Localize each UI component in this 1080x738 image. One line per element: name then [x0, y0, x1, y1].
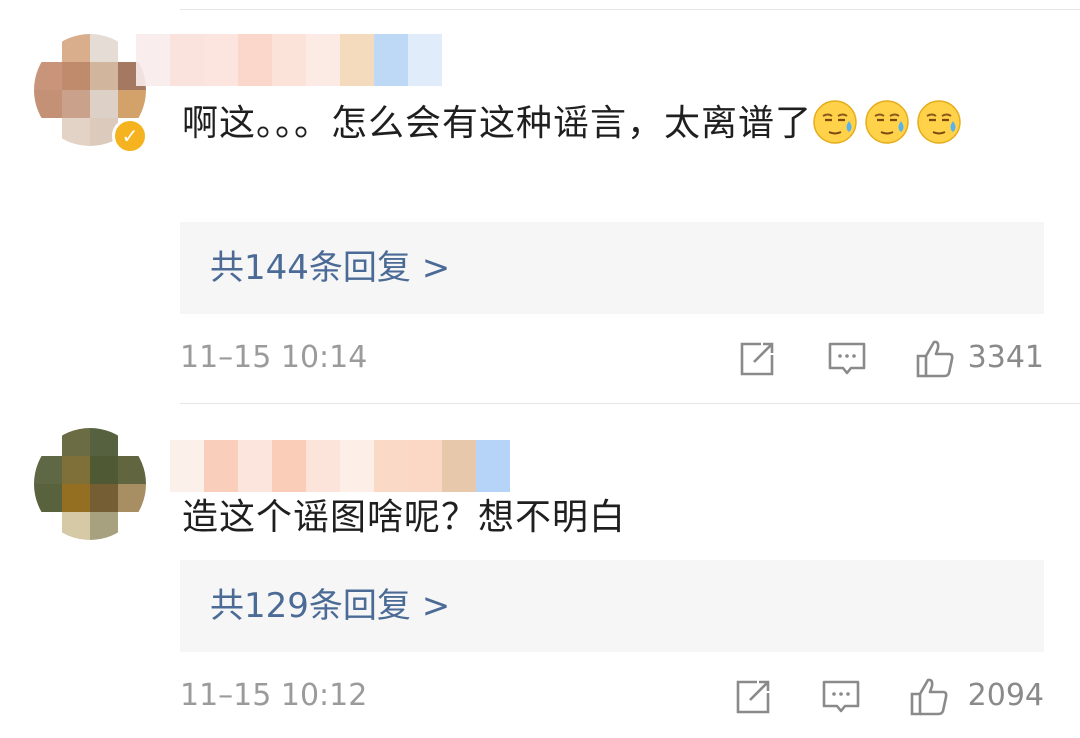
view-replies-link[interactable]: 共144条回复 > — [210, 222, 450, 314]
like-count: 3341 — [967, 340, 1044, 375]
share-icon[interactable] — [736, 338, 778, 380]
username-blurred[interactable] — [136, 34, 442, 86]
comment-icon[interactable] — [820, 676, 862, 718]
comment-meta: 11–15 10:14 3341 — [180, 330, 1044, 390]
like-icon[interactable] — [914, 338, 956, 380]
avatar[interactable] — [34, 428, 146, 540]
like-count: 2094 — [967, 678, 1044, 713]
reply-summary[interactable]: 共144条回复 > — [180, 222, 1044, 314]
sweat-face-icon — [865, 100, 909, 144]
view-replies-link[interactable]: 共129条回复 > — [210, 560, 450, 652]
like-icon[interactable] — [908, 676, 950, 718]
comment-text: 造这个谣图啥呢？想不明白 — [182, 497, 627, 538]
share-icon[interactable] — [732, 676, 774, 718]
verified-badge-icon: ✓ — [112, 118, 148, 154]
comment-meta: 11–15 10:12 2094 — [180, 668, 1044, 728]
reply-summary[interactable]: 共129条回复 > — [180, 560, 1044, 652]
comment-divider — [180, 403, 1080, 404]
comment-text: 啊这。。。怎么会有这种谣言，太离谱了 — [182, 96, 1042, 152]
top-divider — [180, 9, 1080, 10]
comment-list: ✓ 啊这。。。怎么会有这种谣言，太离谱了 共144条回复 > 11–15 10:… — [0, 0, 1080, 738]
comment-timestamp: 11–15 10:12 — [180, 678, 368, 713]
sweat-face-icon — [813, 100, 857, 144]
username-blurred[interactable] — [170, 440, 510, 492]
sweat-face-icon — [917, 100, 961, 144]
comment-icon[interactable] — [826, 338, 868, 380]
comment-timestamp: 11–15 10:14 — [180, 340, 368, 375]
